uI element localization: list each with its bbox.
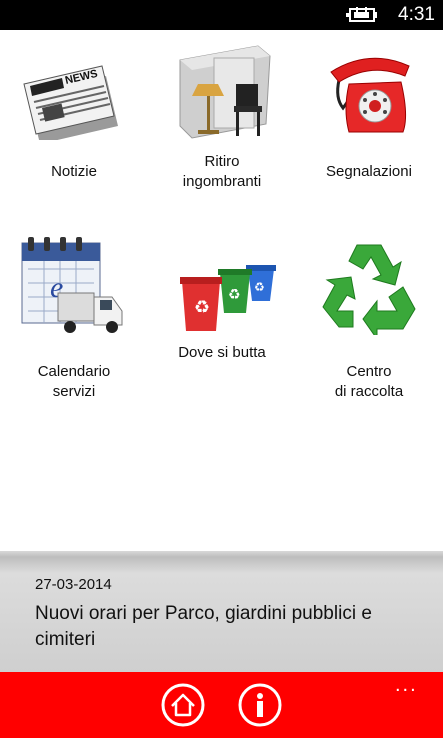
calendar-truck-icon: e [21, 237, 123, 333]
tile-segnalazioni[interactable]: Segnalazioni [295, 30, 443, 200]
newspaper-icon: NEWS [23, 65, 118, 140]
tile-label: Dove si butta [178, 344, 266, 361]
clock: 4:31 [398, 4, 435, 25]
recycle-symbol-icon [322, 244, 416, 335]
tile-centro-di-raccolta[interactable]: Centro di raccolta [295, 225, 443, 400]
home-icon[interactable] [160, 682, 206, 728]
battery-charging-icon [346, 7, 377, 22]
tile-notizie[interactable]: NEWS Notizie [0, 30, 148, 200]
tile-label: Ritiro ingombranti [182, 153, 262, 190]
tile-ritiro-ingombranti[interactable]: Ritiro ingombranti [148, 30, 296, 200]
news-headline: Nuovi orari per Parco, giardini pubblici… [35, 603, 372, 650]
svg-text:♻: ♻ [228, 287, 241, 303]
tile-calendario-servizi[interactable]: e Calendario servizi [0, 225, 148, 400]
news-date: 27-03-2014 [35, 576, 112, 593]
tile-label: Calendario servizi [37, 363, 111, 400]
tile-label: Notizie [51, 163, 97, 180]
tile-dove-si-butta[interactable]: ♻ ♻ ♻ Dove si butta [148, 225, 296, 395]
recycling-bins-icon: ♻ ♻ ♻ [180, 265, 276, 331]
bulky-waste-icon [179, 45, 271, 139]
more-options-button[interactable]: ... [395, 674, 425, 696]
telephone-icon [330, 57, 410, 133]
svg-text:♻: ♻ [254, 280, 265, 294]
app-bar: ... [0, 672, 443, 738]
info-icon[interactable] [237, 682, 283, 728]
menu-grid: NEWS Notizie Ritiro ingombranti Segnalaz… [0, 30, 443, 550]
tile-label: Segnalazioni [326, 163, 412, 180]
tile-label: Centro di raccolta [334, 363, 404, 400]
status-bar: 4:31 [0, 0, 443, 30]
news-item[interactable]: 27-03-2014 Nuovi orari per Parco, giardi… [0, 551, 443, 672]
svg-text:♻: ♻ [194, 297, 210, 318]
